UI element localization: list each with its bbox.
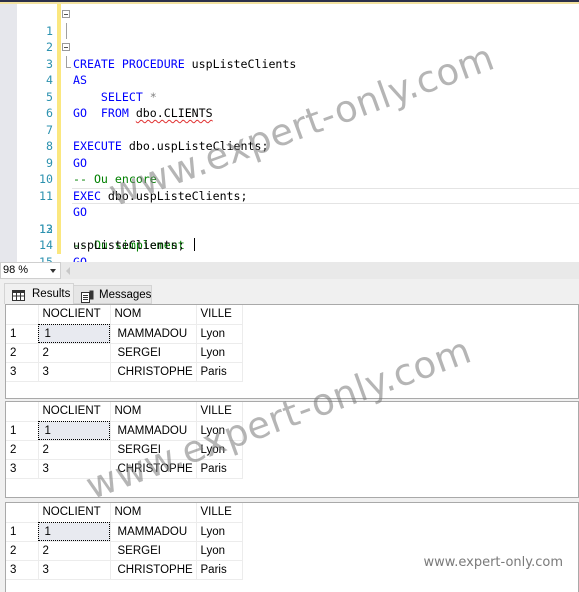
zoom-level-value: 98 % xyxy=(3,264,29,276)
tab-results[interactable]: Results xyxy=(4,283,74,304)
grid-header-row: NOCLIENT NOM VILLE xyxy=(6,503,243,523)
collapse-icon[interactable] xyxy=(62,43,70,51)
cell[interactable]: Lyon xyxy=(196,343,243,363)
cell[interactable]: MAMMADOU xyxy=(110,324,197,344)
cell[interactable]: Lyon xyxy=(196,324,243,344)
table-row: 1 1 MAMMADOU Lyon xyxy=(6,324,243,344)
row-number[interactable]: 3 xyxy=(6,459,39,479)
code-line[interactable]: 7 EXECUTE dbo.uspListeClients; xyxy=(0,105,579,154)
cell[interactable]: Paris xyxy=(196,362,243,382)
cell[interactable]: 2 xyxy=(38,440,111,460)
selected-cell[interactable]: 1 xyxy=(38,522,111,542)
row-number[interactable]: 3 xyxy=(6,560,39,580)
row-header-corner[interactable] xyxy=(6,503,39,523)
cell[interactable]: MAMMADOU xyxy=(110,421,197,441)
code-line[interactable]: 10 EXEC dbo.uspListeClients; xyxy=(0,155,579,203)
chevron-down-icon xyxy=(50,269,56,273)
code-line[interactable]: 9 -- Ou encore xyxy=(0,138,579,187)
row-number[interactable]: 1 xyxy=(6,421,39,441)
table-row: 3 3 CHRISTOPHE Paris xyxy=(6,560,243,580)
table-row: 2 2 SERGEI Lyon xyxy=(6,343,243,363)
cell[interactable]: Lyon xyxy=(196,522,243,542)
results-pane: Results Messages NOCLIENT NOM VILLE 1 1 … xyxy=(0,279,579,592)
code-line[interactable]: 14 GO xyxy=(0,221,579,269)
column-header-nom[interactable]: NOM xyxy=(110,503,197,523)
cell[interactable]: Lyon xyxy=(196,541,243,561)
selected-cell[interactable]: 1 xyxy=(38,421,111,441)
selected-cell[interactable]: 1 xyxy=(38,324,111,344)
cell[interactable]: SERGEI xyxy=(110,343,197,363)
tab-messages[interactable]: Messages xyxy=(74,285,152,304)
table-row: 1 1 MAMMADOU Lyon xyxy=(6,421,243,441)
column-header-ville[interactable]: VILLE xyxy=(196,503,243,523)
code-line[interactable]: 5 GO xyxy=(0,72,579,121)
code-line[interactable]: 2 AS xyxy=(0,22,579,87)
code-line[interactable]: 1 CREATE PROCEDURE uspListeClients xyxy=(0,6,579,71)
current-line-highlight xyxy=(72,187,579,204)
column-header-noclient[interactable]: NOCLIENT xyxy=(38,305,111,325)
current-code-line[interactable]: 12 -- Ou simplement xyxy=(0,187,579,252)
code-lines: 1 CREATE PROCEDURE uspListeClients 2 AS … xyxy=(0,6,579,269)
tab-messages-label: Messages xyxy=(99,289,152,301)
code-line[interactable]: 6 xyxy=(0,89,579,120)
code-line[interactable]: 15 xyxy=(0,237,579,269)
result-grid-2[interactable]: NOCLIENT NOM VILLE 1 1 MAMMADOU Lyon 2 2… xyxy=(5,401,579,498)
cell[interactable]: MAMMADOU xyxy=(110,522,197,542)
row-number[interactable]: 1 xyxy=(6,324,39,344)
row-header-corner[interactable] xyxy=(6,402,39,422)
result-grid-3[interactable]: NOCLIENT NOM VILLE 1 1 MAMMADOU Lyon 2 2… xyxy=(5,502,579,592)
cell[interactable]: 3 xyxy=(38,459,111,479)
cell[interactable]: CHRISTOPHE xyxy=(110,459,197,479)
cell[interactable]: SERGEI xyxy=(110,440,197,460)
column-header-ville[interactable]: VILLE xyxy=(196,305,243,325)
zoom-level-dropdown[interactable]: 98 % xyxy=(0,262,61,279)
code-line[interactable]: 13 uspListeClients; xyxy=(0,204,579,253)
grid-header-row: NOCLIENT NOM VILLE xyxy=(6,402,243,422)
cell[interactable]: Paris xyxy=(196,459,243,479)
grid-icon xyxy=(12,288,25,308)
scroll-left-arrow-icon[interactable] xyxy=(66,267,70,275)
column-header-nom[interactable]: NOM xyxy=(110,402,197,422)
watermark-footer: www.expert-only.com xyxy=(423,555,563,570)
column-header-noclient[interactable]: NOCLIENT xyxy=(38,402,111,422)
cell[interactable]: CHRISTOPHE xyxy=(110,362,197,382)
cell[interactable]: SERGEI xyxy=(110,541,197,561)
cell[interactable]: Lyon xyxy=(196,421,243,441)
cell[interactable]: Lyon xyxy=(196,440,243,460)
table-row: 1 1 MAMMADOU Lyon xyxy=(6,522,243,542)
column-header-nom[interactable]: NOM xyxy=(110,305,197,325)
table-row: 3 3 CHRISTOPHE Paris xyxy=(6,362,243,382)
cell[interactable]: 3 xyxy=(38,362,111,382)
table-row: 2 2 SERGEI Lyon xyxy=(6,541,243,561)
fold-guide xyxy=(66,22,67,39)
cell[interactable]: 2 xyxy=(38,343,111,363)
editor-status-bar: 98 % xyxy=(0,262,579,279)
column-header-ville[interactable]: VILLE xyxy=(196,402,243,422)
code-line[interactable]: 4 FROM dbo.CLIENTS xyxy=(0,55,579,120)
cell[interactable]: 3 xyxy=(38,560,111,580)
row-number[interactable]: 2 xyxy=(6,440,39,460)
row-number[interactable]: 2 xyxy=(6,541,39,561)
tab-results-label: Results xyxy=(32,288,71,300)
sql-editor[interactable]: 1 CREATE PROCEDURE uspListeClients 2 AS … xyxy=(0,0,579,269)
row-number[interactable]: 3 xyxy=(6,362,39,382)
result-grid-1[interactable]: NOCLIENT NOM VILLE 1 1 MAMMADOU Lyon 2 2… xyxy=(5,304,579,399)
code-line[interactable]: 11 GO xyxy=(0,171,579,220)
code-line[interactable]: 8 GO xyxy=(0,122,579,170)
cell[interactable]: Paris xyxy=(196,560,243,580)
collapse-icon[interactable] xyxy=(62,10,70,18)
code-line[interactable]: 3 SELECT * xyxy=(0,39,579,104)
row-number[interactable]: 1 xyxy=(6,522,39,542)
table-row: 3 3 CHRISTOPHE Paris xyxy=(6,459,243,479)
cell[interactable]: CHRISTOPHE xyxy=(110,560,197,580)
cell[interactable]: 2 xyxy=(38,541,111,561)
table-row: 2 2 SERGEI Lyon xyxy=(6,440,243,460)
grid-header-row: NOCLIENT NOM VILLE xyxy=(6,305,243,325)
row-number[interactable]: 2 xyxy=(6,343,39,363)
column-header-noclient[interactable]: NOCLIENT xyxy=(38,503,111,523)
fold-guide-end xyxy=(66,55,71,68)
results-tabs: Results Messages xyxy=(0,279,579,304)
